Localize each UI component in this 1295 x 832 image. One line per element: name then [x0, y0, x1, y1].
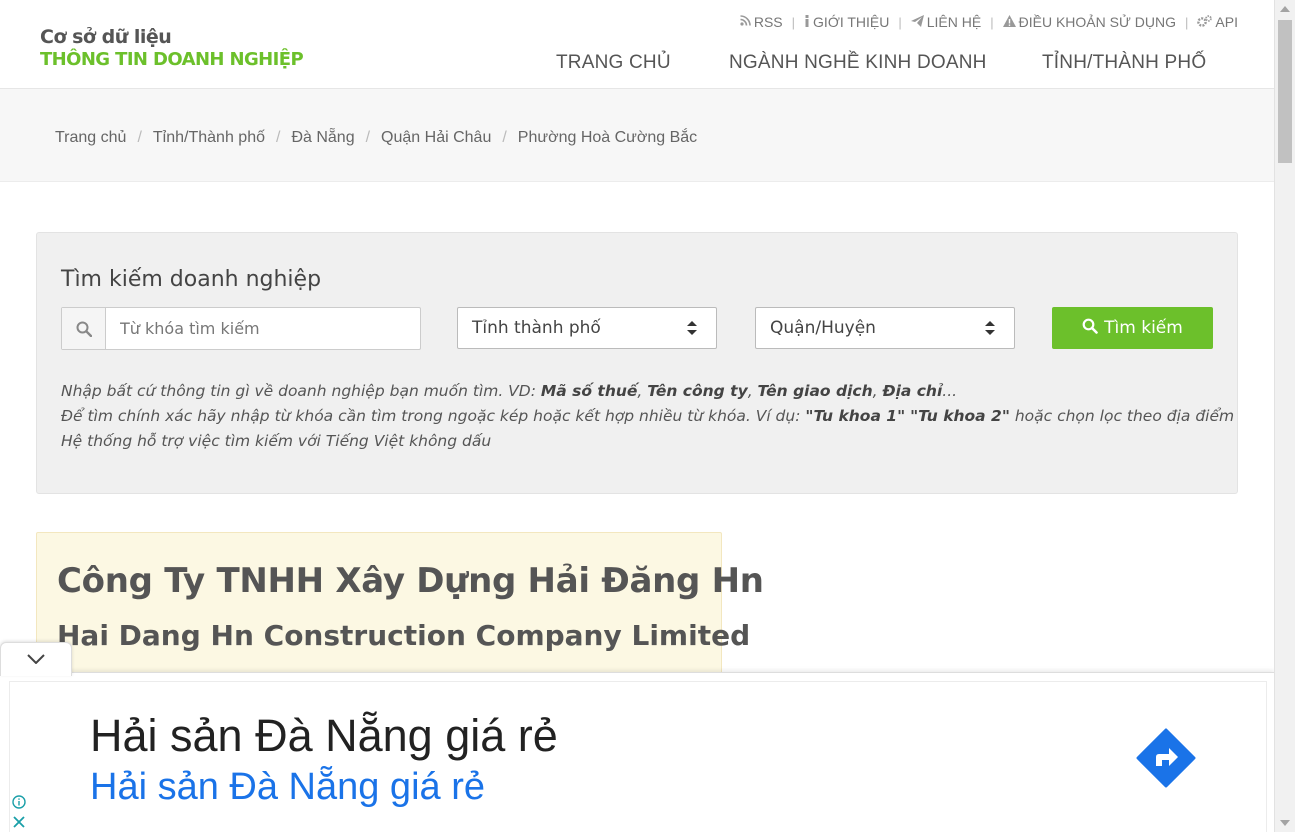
breadcrumb-ward: Phường Hoà Cường Bắc	[517, 129, 698, 146]
nav-industries[interactable]: NGÀNH NGHỀ KINH DOANH	[729, 52, 987, 74]
company-card: Công Ty TNHH Xây Dựng Hải Đăng Hn Hai Da…	[36, 532, 764, 682]
breadcrumb-bar: Trang chủ / Tỉnh/Thành phố / Đà Nẵng / Q…	[0, 89, 1274, 182]
breadcrumb-separator: /	[275, 129, 281, 146]
chevron-down-icon	[27, 651, 45, 669]
breadcrumb-separator: /	[137, 129, 142, 146]
ad-subline[interactable]: Hải sản Đà Nẵng giá rẻ	[90, 766, 485, 809]
nav-provinces[interactable]: TỈNH/THÀNH PHỐ	[1042, 52, 1206, 74]
nav-home[interactable]: TRANG CHỦ	[556, 52, 671, 74]
province-select[interactable]: Tỉnh thành phố	[457, 307, 717, 349]
send-icon	[910, 14, 924, 30]
ad-collapse-toggle[interactable]	[0, 642, 72, 676]
search-panel: Tìm kiếm doanh nghiệp Tỉnh thành phố Quậ…	[36, 232, 1238, 494]
main-nav: TRANG CHỦ NGÀNH NGHỀ KINH DOANH TỈNH/THÀ…	[0, 52, 1274, 76]
district-select-value: Quận/Huyện	[770, 318, 876, 338]
site-header: Cơ sở dữ liệu THÔNG TIN DOANH NGHIỆP RSS…	[0, 0, 1274, 89]
ad-close-icon[interactable]	[12, 815, 26, 829]
search-hints: Nhập bất cứ thông tin gì về doanh nghiệp…	[61, 379, 1234, 454]
ad-info-icon[interactable]	[12, 795, 26, 809]
ad-headline[interactable]: Hải sản Đà Nẵng giá rẻ	[90, 710, 558, 762]
keyword-input[interactable]	[106, 308, 420, 349]
search-button-label: Tìm kiếm	[1104, 318, 1183, 338]
breadcrumb-separator: /	[365, 129, 371, 146]
search-icon	[62, 308, 106, 349]
top-link-label: RSS	[753, 14, 783, 30]
vertical-scrollbar[interactable]	[1274, 0, 1295, 832]
breadcrumb-separator: /	[502, 129, 507, 146]
divider: |	[990, 14, 994, 30]
select-arrows-icon	[984, 320, 996, 336]
top-link-rss[interactable]: RSS	[740, 14, 783, 30]
hint-line-3: Hệ thống hỗ trợ việc tìm kiếm với Tiếng …	[61, 432, 492, 450]
district-select[interactable]: Quận/Huyện	[755, 307, 1015, 349]
top-link-label: ĐIỀU KHOẢN SỬ DỤNG	[1018, 14, 1177, 30]
province-select-value: Tỉnh thành phố	[472, 318, 601, 338]
keyword-group	[61, 307, 421, 350]
breadcrumb-home[interactable]: Trang chủ	[55, 129, 126, 147]
hint-line-2: Để tìm chính xác hãy nhập từ khóa cần tì…	[61, 407, 1235, 425]
search-button[interactable]: Tìm kiếm	[1052, 307, 1213, 349]
search-icon	[1082, 318, 1098, 339]
divider: |	[1185, 14, 1189, 30]
top-link-contact[interactable]: LIÊN HỆ	[910, 14, 982, 30]
ad-banner[interactable]: Hải sản Đà Nẵng giá rẻ Hải sản Đà Nẵng g…	[0, 672, 1274, 832]
top-link-label: API	[1215, 14, 1238, 30]
ad-content[interactable]: Hải sản Đà Nẵng giá rẻ Hải sản Đà Nẵng g…	[9, 681, 1267, 832]
search-title: Tìm kiếm doanh nghiệp	[61, 267, 322, 292]
divider: |	[791, 14, 796, 30]
scrollbar-thumb[interactable]	[1278, 20, 1292, 163]
company-english-name: Hai Dang Hn Construction Company Limited	[57, 619, 751, 652]
gears-icon	[1197, 14, 1213, 30]
breadcrumb-district[interactable]: Quận Hải Châu	[381, 129, 491, 147]
top-links: RSS | GIỚI THIỆU | LIÊN HỆ | ĐIỀU KHOẢN …	[740, 14, 1238, 30]
divider: |	[898, 14, 902, 30]
scroll-down-icon[interactable]	[1280, 820, 1290, 826]
scroll-up-icon[interactable]	[1280, 6, 1290, 12]
top-link-label: GIỚI THIỆU	[813, 14, 890, 30]
info-icon	[804, 14, 810, 30]
directions-arrow-icon[interactable]	[1136, 728, 1196, 788]
logo-line1: Cơ sở dữ liệu	[40, 26, 172, 48]
breadcrumb-provinces[interactable]: Tỉnh/Thành phố	[153, 129, 265, 147]
hint-line-1: Nhập bất cứ thông tin gì về doanh nghiệp…	[61, 382, 958, 400]
top-link-label: LIÊN HỆ	[926, 14, 982, 30]
warning-icon	[1002, 14, 1016, 30]
top-link-terms[interactable]: ĐIỀU KHOẢN SỬ DỤNG	[1002, 14, 1177, 30]
company-name: Công Ty TNHH Xây Dựng Hải Đăng Hn	[57, 561, 764, 601]
top-link-about[interactable]: GIỚI THIỆU	[804, 14, 889, 30]
rss-icon	[740, 15, 751, 29]
top-link-api[interactable]: API	[1197, 14, 1238, 30]
select-arrows-icon	[686, 320, 698, 336]
breadcrumb: Trang chủ / Tỉnh/Thành phố / Đà Nẵng / Q…	[55, 129, 697, 147]
breadcrumb-city[interactable]: Đà Nẵng	[291, 129, 354, 147]
